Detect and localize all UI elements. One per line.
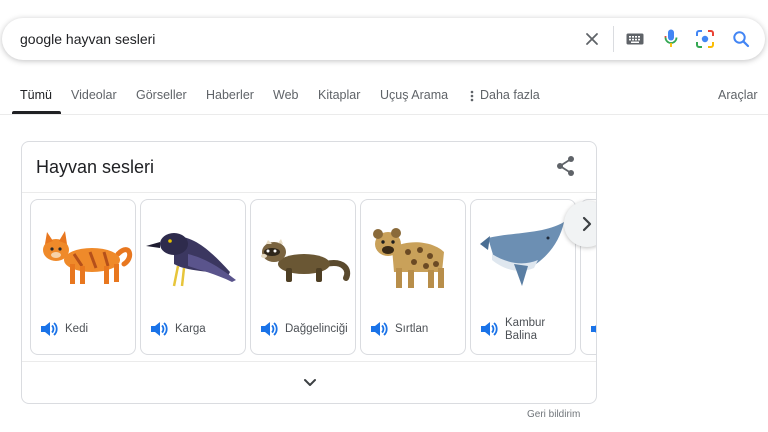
whale-illustration — [480, 222, 564, 286]
tab-videos[interactable]: Videolar — [71, 88, 117, 102]
tab-all[interactable]: Tümü — [20, 88, 52, 102]
more-vert-icon — [470, 90, 474, 102]
animal-name: Dağgelinciği — [285, 323, 348, 335]
speaker-icon — [41, 322, 58, 336]
hyena-illustration — [373, 228, 444, 288]
search-icon[interactable] — [730, 28, 752, 50]
animal-sounds-card: Hayvan sesleri Kedi Karga Dağgelinciği S… — [21, 141, 597, 404]
tab-more-label: Daha fazla — [480, 88, 540, 102]
tab-news[interactable]: Haberler — [206, 88, 254, 102]
speaker-icon — [591, 325, 596, 333]
tab-more[interactable]: Daha fazla — [470, 88, 540, 102]
animal-card-cat[interactable]: Kedi — [30, 199, 136, 355]
mic-icon[interactable] — [660, 28, 682, 50]
animal-name: Sırtlan — [395, 323, 429, 335]
crow-illustration — [146, 233, 236, 287]
animal-card-ferret[interactable]: Dağgelinciği — [250, 199, 356, 355]
search-divider — [613, 26, 614, 52]
search-bar — [2, 18, 765, 60]
tools-button[interactable]: Araçlar — [718, 88, 758, 102]
animal-name-line2: Balina — [505, 330, 537, 342]
animal-name: Kambur Balina — [505, 317, 545, 343]
tab-images[interactable]: Görseller — [136, 88, 187, 102]
card-divider — [22, 192, 596, 193]
tab-flights[interactable]: Uçuş Arama — [380, 88, 448, 102]
tab-web[interactable]: Web — [273, 88, 298, 102]
feedback-link[interactable]: Geri bildirim — [527, 409, 580, 420]
speaker-icon — [261, 322, 278, 336]
chevron-right-icon — [582, 216, 592, 232]
tabs-divider — [0, 114, 768, 115]
cat-illustration — [43, 231, 133, 284]
share-icon[interactable] — [554, 154, 578, 178]
animal-name-line1: Kambur — [505, 317, 546, 329]
speaker-icon — [371, 322, 388, 336]
card-footer-divider — [22, 361, 596, 362]
speaker-icon — [151, 322, 168, 336]
animal-card-crow[interactable]: Karga — [140, 199, 246, 355]
keyboard-icon[interactable] — [624, 28, 646, 50]
animal-card-hyena[interactable]: Sırtlan — [360, 199, 466, 355]
clear-icon[interactable] — [581, 28, 603, 50]
ferret-illustration — [261, 239, 351, 282]
lens-icon[interactable] — [694, 28, 716, 50]
chevron-down-icon[interactable] — [298, 374, 322, 392]
search-tabs: Tümü Videolar Görseller Haberler Web Kit… — [0, 86, 768, 116]
animal-name: Karga — [175, 323, 206, 335]
search-input[interactable] — [20, 31, 540, 47]
animal-carousel: Kedi Karga Dağgelinciği Sırtlan Kambur B… — [30, 199, 596, 357]
card-title: Hayvan sesleri — [36, 157, 155, 177]
animal-name: Kedi — [65, 323, 89, 335]
tab-books[interactable]: Kitaplar — [318, 88, 360, 102]
speaker-icon — [481, 322, 498, 336]
animal-card-humpback-whale[interactable]: Kambur Balina — [470, 199, 576, 355]
